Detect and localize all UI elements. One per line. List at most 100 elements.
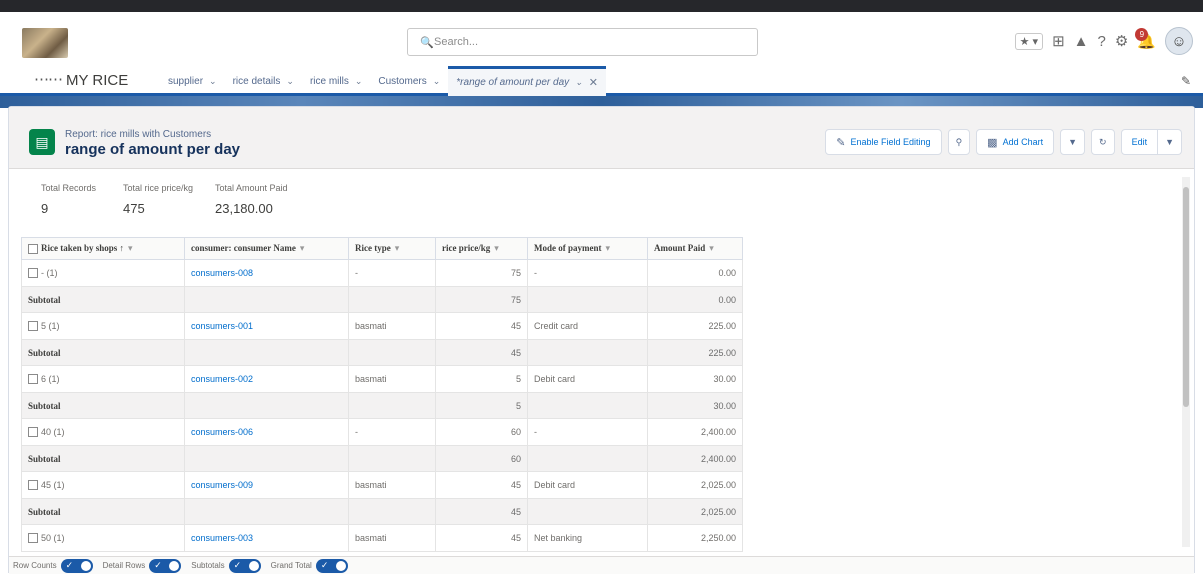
chevron-down-icon[interactable]: ▾: [300, 243, 305, 253]
tab-supplier[interactable]: supplier ⌄: [160, 66, 225, 96]
chevron-down-icon[interactable]: ▾: [709, 243, 714, 253]
edit-button[interactable]: Edit: [1120, 129, 1159, 155]
chevron-down-icon[interactable]: ▾: [606, 243, 611, 253]
chevron-down-icon[interactable]: ⌄: [575, 77, 583, 88]
chevron-down-icon[interactable]: ▾: [395, 243, 400, 253]
consumer-link[interactable]: consumers-002: [184, 365, 349, 393]
summary-value: 475: [123, 201, 145, 216]
column-header-rice-type[interactable]: Rice type ▾: [348, 237, 436, 260]
chevron-down-icon[interactable]: ⌄: [209, 76, 217, 87]
toggle-switch[interactable]: ✓: [228, 558, 261, 573]
row-checkbox[interactable]: [28, 480, 38, 491]
consumer-link[interactable]: consumers-003: [184, 524, 349, 552]
nav-tabs: supplier ⌄ rice details ⌄ rice mills ⌄ C…: [160, 66, 606, 96]
empty-cell: [184, 445, 349, 472]
group-cell[interactable]: - (1): [21, 259, 185, 287]
gear-icon[interactable]: ⚙: [1115, 32, 1128, 50]
tab-rice-details[interactable]: rice details ⌄: [225, 66, 302, 96]
subtotal-label: Subtotal: [21, 392, 185, 419]
summary-label: Total rice price/kg: [123, 183, 194, 193]
toggle-switch[interactable]: ✓: [149, 558, 182, 573]
filter-button[interactable]: ▼: [1060, 129, 1086, 155]
close-icon[interactable]: ✕: [589, 76, 598, 89]
column-header-label: Amount Paid: [654, 243, 706, 253]
summary-total-records: Total Records 9: [41, 183, 96, 216]
table-row: 50 (1) consumers-003 basmati 45 Net bank…: [21, 524, 743, 552]
group-cell[interactable]: 6 (1): [21, 365, 185, 393]
chevron-down-icon[interactable]: ⌄: [355, 76, 363, 87]
toggle-subtotals[interactable]: Subtotals ✓: [191, 558, 261, 573]
app-launcher-icon[interactable]: ⋯⋯: [34, 70, 63, 88]
toggle-row-counts[interactable]: Row Counts ✓: [13, 558, 93, 573]
subtotal-label: Subtotal: [21, 286, 185, 313]
app-name: MY RICE: [66, 72, 129, 89]
chevron-down-icon[interactable]: ▾: [128, 243, 133, 253]
check-icon: ✓: [233, 559, 242, 570]
row-checkbox[interactable]: [28, 374, 38, 385]
column-header-label: Rice taken by shops ↑: [41, 243, 125, 253]
column-header-amount[interactable]: Amount Paid ▾: [647, 237, 743, 260]
report-summary: Total Records 9 Total rice price/kg 475 …: [9, 169, 1189, 233]
search-report-button[interactable]: ⚲: [947, 129, 971, 155]
help-icon[interactable]: ?: [1098, 33, 1106, 50]
consumer-link[interactable]: consumers-009: [184, 471, 349, 499]
toggle-knob: [169, 560, 180, 571]
consumer-link[interactable]: consumers-001: [184, 312, 349, 340]
consumer-link[interactable]: consumers-008: [184, 259, 349, 287]
amount-cell: 2,250.00: [647, 524, 743, 552]
select-all-checkbox[interactable]: [28, 243, 38, 254]
add-icon[interactable]: ⊞: [1052, 32, 1065, 50]
global-header: 🔍 Search... ★ ▾ ⊞ ▲ ? ⚙ 🔔 9 ☺: [0, 12, 1203, 68]
toggle-switch[interactable]: ✓: [315, 558, 348, 573]
group-cell[interactable]: 40 (1): [21, 418, 185, 446]
column-header-mode[interactable]: Mode of payment ▾: [527, 237, 648, 260]
group-cell[interactable]: 5 (1): [21, 312, 185, 340]
scrollbar-thumb[interactable]: [1183, 187, 1189, 407]
add-chart-button[interactable]: ▩ Add Chart: [976, 129, 1055, 155]
column-header-label: Rice type: [355, 243, 391, 253]
price-cell: 75: [435, 259, 528, 287]
table-row: 45 (1) consumers-009 basmati 45 Debit ca…: [21, 471, 743, 499]
subtotal-price: 75: [435, 286, 528, 313]
tab-rice-mills[interactable]: rice mills ⌄: [302, 66, 370, 96]
tab-active-report[interactable]: *range of amount per day ⌄ ✕: [448, 66, 606, 96]
favorites-button[interactable]: ★ ▾: [1014, 32, 1044, 50]
summary-value: 23,180.00: [215, 201, 273, 216]
chevron-down-icon[interactable]: ⌄: [433, 76, 441, 87]
group-label: 50 (1): [41, 532, 65, 543]
summary-label: Total Records: [41, 183, 97, 193]
empty-cell: [348, 498, 436, 525]
avatar[interactable]: ☺: [1165, 27, 1193, 55]
edit-menu-button[interactable]: ▼: [1158, 129, 1182, 155]
enable-field-editing-button[interactable]: ✎ Enable Field Editing: [825, 129, 942, 155]
row-checkbox[interactable]: [28, 268, 38, 279]
refresh-button[interactable]: ↻: [1091, 129, 1115, 155]
consumer-link[interactable]: consumers-006: [184, 418, 349, 446]
column-header-rice-taken[interactable]: Rice taken by shops ↑ ▾: [21, 237, 185, 260]
rice-type-cell: basmati: [348, 312, 436, 340]
search-icon: 🔍: [420, 37, 434, 49]
column-header-price[interactable]: rice price/kg ▾: [435, 237, 528, 260]
tab-label: rice mills: [309, 75, 349, 87]
toggle-detail-rows[interactable]: Detail Rows ✓: [103, 558, 182, 573]
check-icon: ✓: [154, 559, 162, 570]
tab-customers[interactable]: Customers ⌄: [370, 66, 448, 96]
filter-icon: ▼: [1068, 137, 1078, 147]
notifications-button[interactable]: 🔔 9: [1135, 28, 1156, 50]
row-checkbox[interactable]: [28, 321, 38, 332]
global-search-input[interactable]: 🔍 Search...: [407, 28, 758, 56]
row-checkbox[interactable]: [28, 427, 38, 438]
toggle-switch[interactable]: ✓: [60, 558, 93, 573]
org-logo[interactable]: [22, 28, 68, 58]
row-checkbox[interactable]: [28, 533, 38, 544]
group-cell[interactable]: 50 (1): [21, 524, 185, 552]
column-header-consumer-name[interactable]: consumer: consumer Name ▾: [184, 237, 349, 260]
chevron-down-icon[interactable]: ▾: [494, 243, 499, 253]
vertical-scrollbar[interactable]: [1182, 177, 1190, 547]
chevron-down-icon[interactable]: ⌄: [286, 76, 294, 87]
trailhead-icon[interactable]: ▲: [1074, 33, 1089, 50]
toggle-grand-total[interactable]: Grand Total ✓: [271, 558, 348, 573]
group-cell[interactable]: 45 (1): [21, 471, 185, 499]
edit-nav-icon[interactable]: ✎: [1181, 74, 1191, 88]
summary-total-amount: Total Amount Paid 23,180.00: [215, 183, 288, 216]
